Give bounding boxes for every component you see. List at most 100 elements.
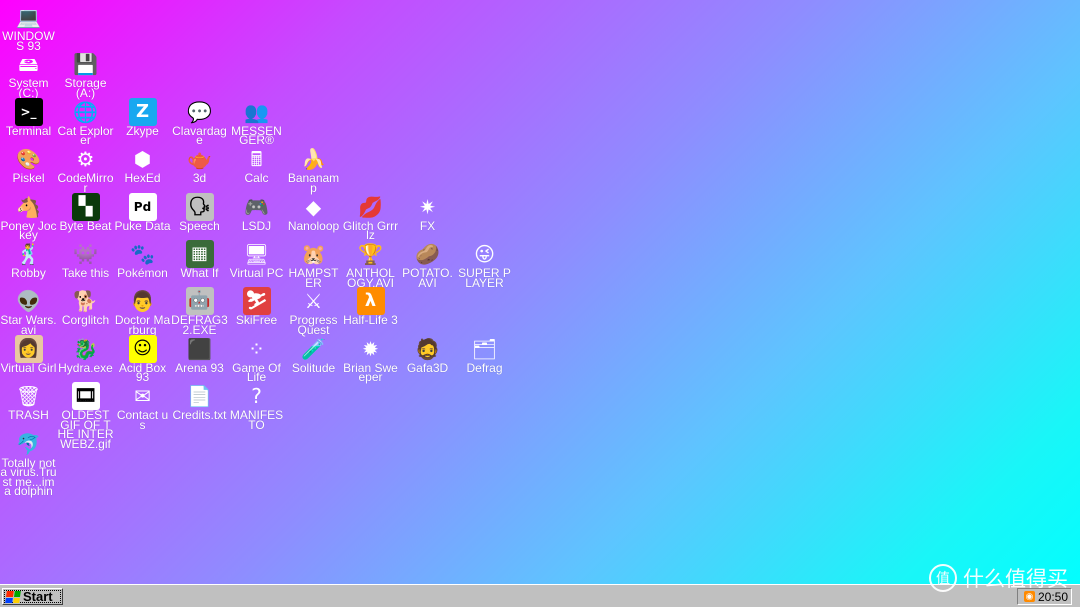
desktop: 💻 WINDOWS 93 🖴 System (C:) 💾 Storage (A:) >_ Te… (0, 0, 1080, 584)
desktop-icon-label: Storage (A:) (64, 76, 107, 100)
game-of-life-icon: ⁘ (248, 336, 265, 361)
desktop-icon-contact-us[interactable]: ✉ Contact us (114, 382, 171, 431)
yoda-icon: 👽 (16, 289, 41, 314)
desktop-icon-cat-explorer[interactable]: 🌐 Cat Explorer (57, 98, 114, 147)
desktop-icon-label: Acid Box 93 (118, 360, 167, 385)
desktop-icon-poney-jockey[interactable]: 🐴 Poney Jockey (0, 193, 57, 242)
desktop-icon-fx[interactable]: ✷ FX (399, 193, 456, 232)
desktop-icon-solitude[interactable]: 🧪 Solitude (285, 335, 342, 374)
desktop-icon-speech[interactable]: 🗣 Speech (171, 192, 228, 231)
desktop-icon-arena-93[interactable]: ⬛ Arena 93 (171, 335, 228, 374)
desktop-icon-label: TRASH (8, 408, 49, 423)
desktop-icon-virtual-girl[interactable]: 👩 Virtual Girl (0, 334, 57, 373)
desktop-icon-credits-txt[interactable]: 📄 Credits.txt (171, 382, 228, 421)
windows-logo-icon (5, 590, 21, 603)
computer-icon: 💻 (16, 5, 41, 29)
desktop-icon-defrag32-exe[interactable]: 🤖 DEFRAG32.EXE (171, 287, 228, 336)
desktop-icon-label: ANTHOLOGY.AVI (346, 266, 395, 290)
desktop-icon-manifesto[interactable]: ? MANIFESTO (228, 382, 285, 431)
desktop-icon-glitch-grrrlz[interactable]: 💋 Glitch Grrrlz (342, 193, 399, 242)
desktop-icon-bananamp[interactable]: 🍌 Bananamp (285, 145, 342, 194)
bytebeat-icon: ▚ (71, 192, 100, 221)
desktop-icon-nanoloop[interactable]: ◆ Nanoloop (285, 193, 342, 232)
desktop-icon-byte-beat[interactable]: ▚ Byte Beat (57, 192, 114, 231)
desktop-icon-defrag[interactable]: 🗂 Defrag (456, 335, 513, 374)
desktop-icon-clavardage[interactable]: 💬 Clavardage (171, 98, 228, 148)
desktop-icon-skifree[interactable]: ⛷ SkiFree (228, 287, 285, 326)
desktop-icon-robby[interactable]: 🕺 Robby (0, 240, 57, 279)
desktop-icon-super-player[interactable]: 😜 SUPER PLAYER (456, 240, 513, 290)
desktop-icon-label: Star Wars.avi (0, 313, 57, 337)
desktop-icon-label: OLDEST GIF OF THE INTERWEBZ.gif (57, 408, 114, 451)
desktop-icon-label: Half-Life 3 (343, 313, 398, 328)
desktop-icon-label: Game Of Life (232, 360, 281, 385)
terminal-icon: >_ (14, 97, 43, 126)
globe-cat-icon: 🌐 (73, 99, 98, 124)
trash-icon: 🗑 (15, 384, 42, 409)
desktop-icon-label: MESSENGER® (231, 123, 282, 148)
desktop-icon-label: Defrag (466, 360, 503, 375)
desktop-icon-codemirror[interactable]: ⚙ CodeMirror (57, 145, 114, 194)
desktop-icon-brian-sweeper[interactable]: ✹ Brian Sweeper (342, 335, 399, 384)
desktop-icon-label: Terminal (5, 123, 52, 138)
desktop-icon-gafa3d[interactable]: 🧔 Gafa3D (399, 335, 456, 374)
desktop-icon-system-c[interactable]: 🖴 System (C:) (0, 50, 57, 99)
desktop-icon-label: SkiFree (235, 313, 278, 328)
virtual-girl-icon: 👩 (14, 334, 43, 363)
gif-file-icon: 🎞 (71, 382, 100, 411)
desktop-icon-take-this[interactable]: 👾 Take this (57, 240, 114, 279)
messenger-icon: 👥 (244, 99, 269, 124)
desktop-icon-label: 3d (192, 171, 207, 186)
desktop-icon-corglitch[interactable]: 🐕 Corglitch (57, 287, 114, 326)
desktop-icon-what-if[interactable]: ▦ What If (171, 240, 228, 279)
desktop-icon-star-wars-avi[interactable]: 👽 Star Wars.avi (0, 287, 57, 337)
desktop-icon-anthology-avi[interactable]: 🏆 ANTHOLOGY.AVI (342, 240, 399, 290)
puke-data-icon: Pd (128, 192, 157, 221)
question-mark-icon: ? (251, 384, 262, 409)
desktop-icon-windows-93[interactable]: 💻 WINDOWS 93 (0, 3, 57, 53)
desktop-icon-oldest-gif-of-the-interwebz-gif[interactable]: 🎞 OLDEST GIF OF THE INTERWEBZ.gif (57, 382, 114, 451)
taskbar: Start ◉ 20:50 (0, 584, 1080, 607)
desktop-icon-potato-avi[interactable]: 🥔 POTATO.AVI (399, 240, 456, 290)
start-label: Start (23, 589, 53, 604)
desktop-icon-label: WINDOWS 93 (2, 29, 55, 53)
desktop-icon-hampster[interactable]: 🐹 HAMPSTER (285, 240, 342, 289)
desktop-icon-label: Zkype (126, 123, 159, 138)
desktop-icon-label: SUPER PLAYER (458, 266, 511, 290)
fx-star-icon: ✷ (419, 194, 436, 219)
desktop-icon-calc[interactable]: 🖩 Calc (228, 145, 285, 184)
start-button[interactable]: Start (2, 588, 63, 605)
nanoloop-icon: ◆ (305, 194, 322, 219)
virtual-pc-icon: 🖥 (243, 242, 270, 266)
desktop-icon-label: POTATO.AVI (402, 266, 453, 290)
desktop-icon-virtual-pc[interactable]: 🖥 Virtual PC (228, 240, 285, 279)
trophy-icon: 🏆 (358, 242, 383, 266)
acid-smiley-icon: ☺ (128, 334, 157, 363)
desktop-icon-label: Piskel (12, 171, 45, 186)
desktop-icon-game-of-life[interactable]: ⁘ Game Of Life (228, 335, 285, 385)
desktop-icon-zkype[interactable]: Z Zkype (114, 97, 171, 138)
desktop-icon-doctor-marburg[interactable]: 👨 Doctor Marburg (114, 287, 171, 336)
watermark: 值 什么值得买 (929, 563, 1068, 593)
desktop-icon-label: Progress Quest (289, 313, 338, 337)
desktop-icon-totally-not-a-virus-trust-me-im-a-dolphin[interactable]: 🐬 Totally not a virus.Trust me...im a dol… (0, 430, 57, 498)
desktop-icon-messenger[interactable]: 👥 MESSENGER® (228, 98, 285, 148)
desktop-icon-terminal[interactable]: >_ Terminal (0, 97, 57, 138)
desktop-icon-label: LSDJ (241, 218, 272, 233)
desktop-icon-progress-quest[interactable]: ⚔ Progress Quest (285, 287, 342, 337)
desktop-icon-acid-box-93[interactable]: ☺ Acid Box 93 (114, 334, 171, 385)
desktop-icon-hexed[interactable]: ⬢ HexEd (114, 145, 171, 184)
desktop-icon-3d[interactable]: 🫖 3d (171, 145, 228, 184)
desktop-icon-storage-a[interactable]: 💾 Storage (A:) (57, 50, 114, 100)
palette-icon: 🎨 (16, 147, 41, 172)
potato-icon: 🥔 (415, 242, 440, 266)
desktop-icon-trash[interactable]: 🗑 TRASH (0, 382, 57, 421)
desktop-icon-lsdj[interactable]: 🎮 LSDJ (228, 193, 285, 232)
desktop-icon-half-life-3[interactable]: λ Half-Life 3 (342, 287, 399, 326)
desktop-icon-label: Clavardage (172, 123, 227, 148)
desktop-icon-piskel[interactable]: 🎨 Piskel (0, 145, 57, 184)
desktop-icon-puke-data[interactable]: Pd Puke Data (114, 192, 171, 231)
desktop-icon-hydra-exe[interactable]: 🐉 Hydra.exe (57, 335, 114, 374)
desktop-icon-pok-mon[interactable]: 🐾 Pokémon (114, 240, 171, 279)
half-life-icon: λ (356, 287, 385, 316)
